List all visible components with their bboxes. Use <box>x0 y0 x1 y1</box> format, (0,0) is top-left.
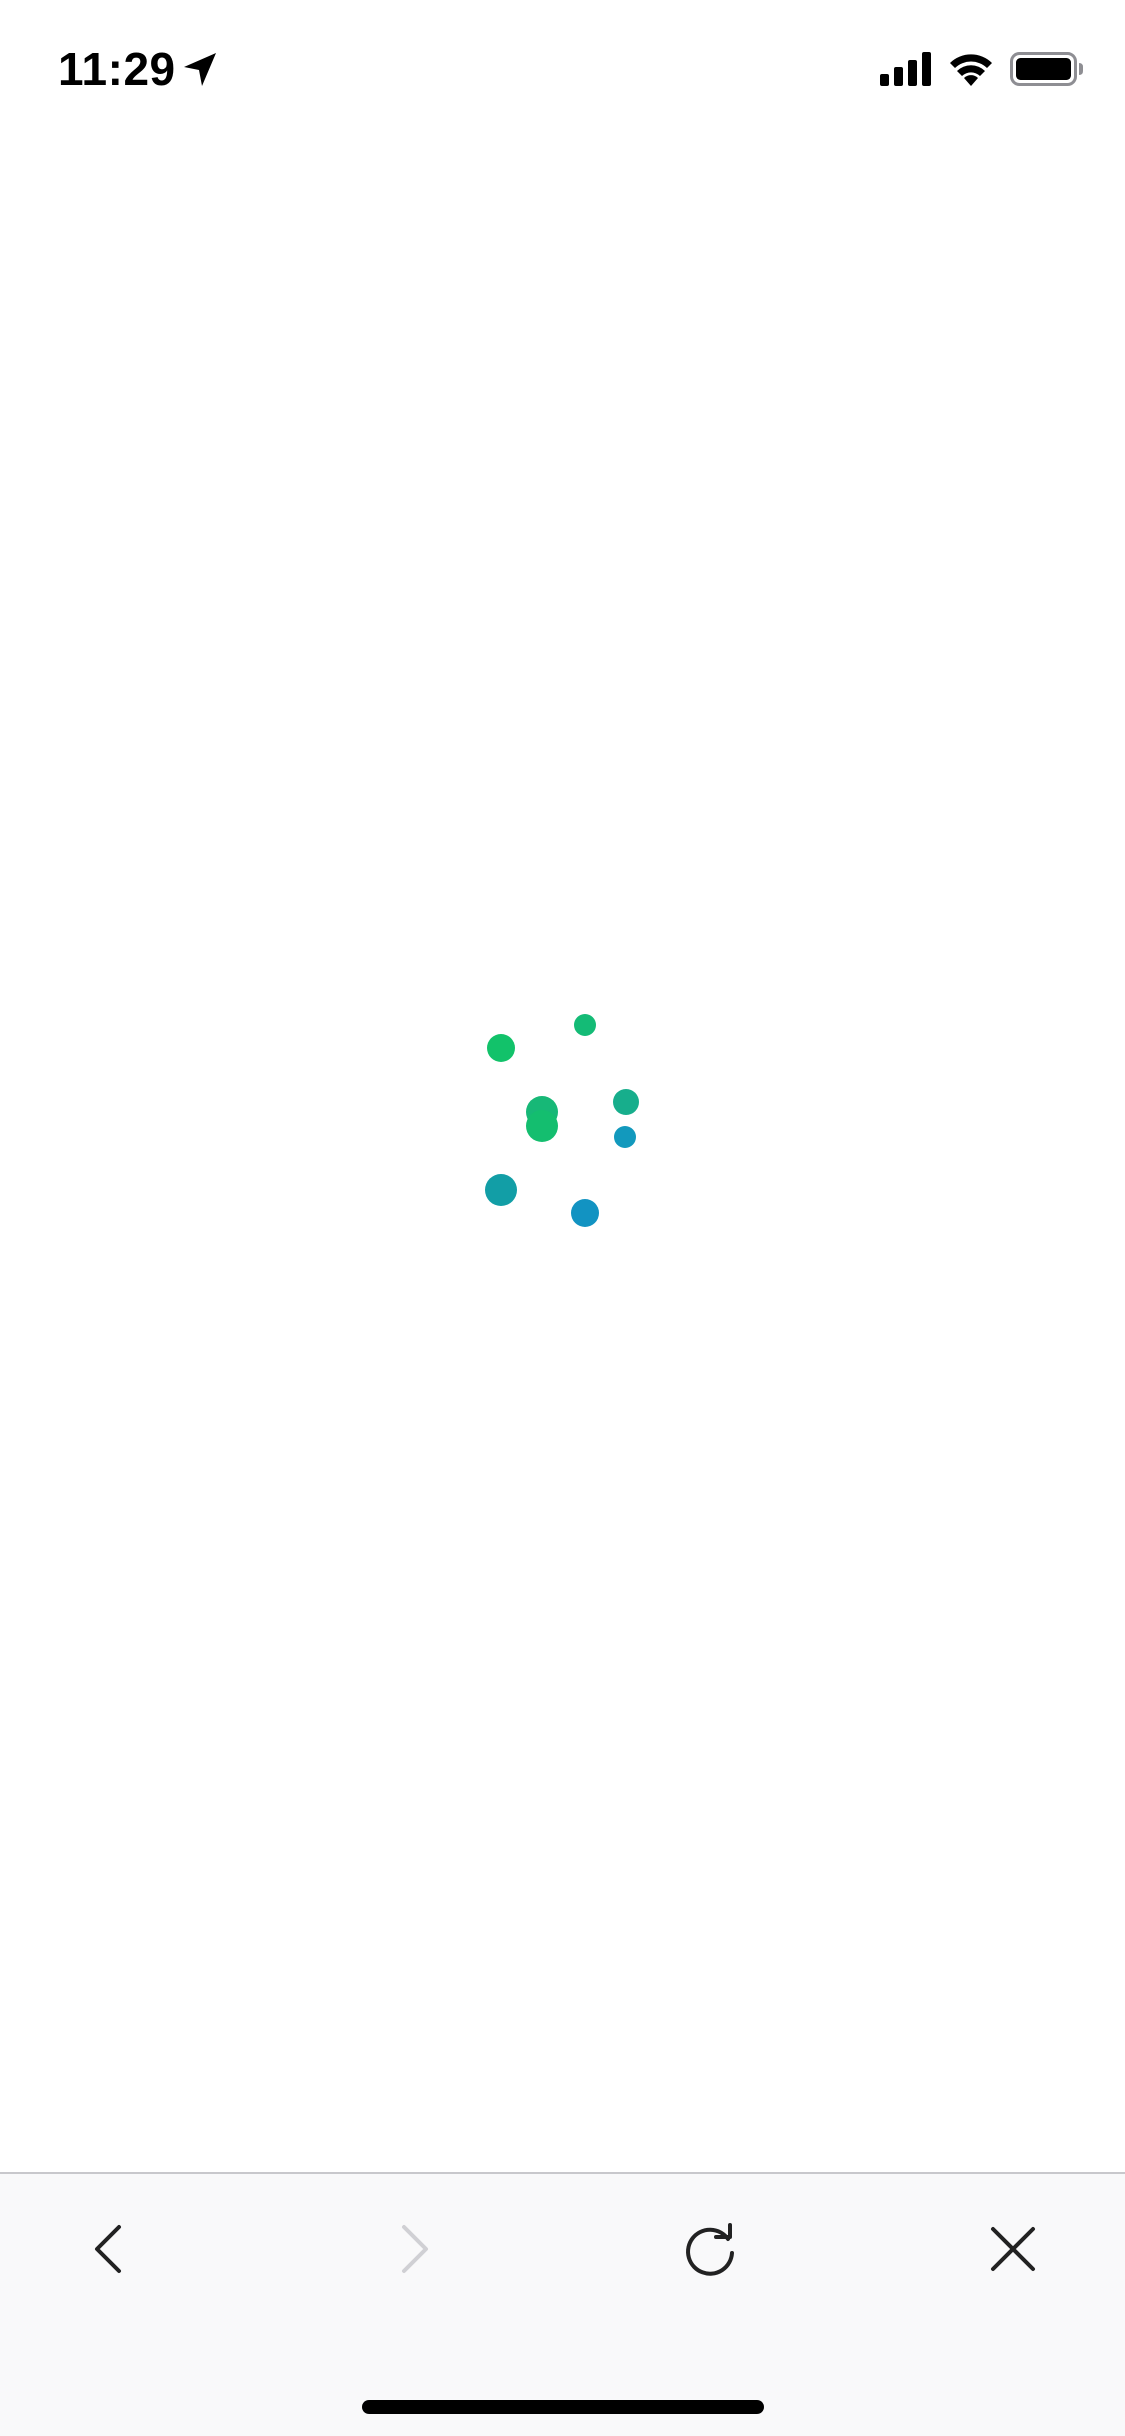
wifi-icon <box>950 54 992 86</box>
location-arrow-icon <box>184 53 216 86</box>
back-button[interactable] <box>66 2204 156 2294</box>
chevron-right-icon <box>402 2225 428 2273</box>
close-button[interactable] <box>968 2204 1058 2294</box>
status-time: 11:29 <box>58 43 176 95</box>
spinner-dot <box>571 1199 599 1227</box>
reload-button[interactable] <box>667 2204 757 2294</box>
screen: 11:29 <box>0 0 1125 2436</box>
browser-toolbar <box>0 2172 1125 2436</box>
loading-dots-spinner <box>485 1014 639 1227</box>
spinner-dot <box>526 1110 558 1142</box>
forward-button[interactable] <box>367 2204 457 2294</box>
spinner-dot <box>613 1089 639 1115</box>
spinner-dot <box>574 1014 596 1036</box>
battery-icon <box>1010 52 1083 86</box>
spinner-dot <box>485 1174 517 1206</box>
spinner-dot <box>614 1126 636 1148</box>
home-indicator[interactable] <box>362 2400 764 2414</box>
status-bar: 11:29 <box>0 0 1125 140</box>
chevron-left-icon <box>95 2225 121 2273</box>
close-icon <box>991 2227 1035 2271</box>
spinner-dot <box>487 1034 515 1062</box>
reload-icon <box>686 2223 734 2276</box>
cellular-signal-icon <box>880 52 931 86</box>
